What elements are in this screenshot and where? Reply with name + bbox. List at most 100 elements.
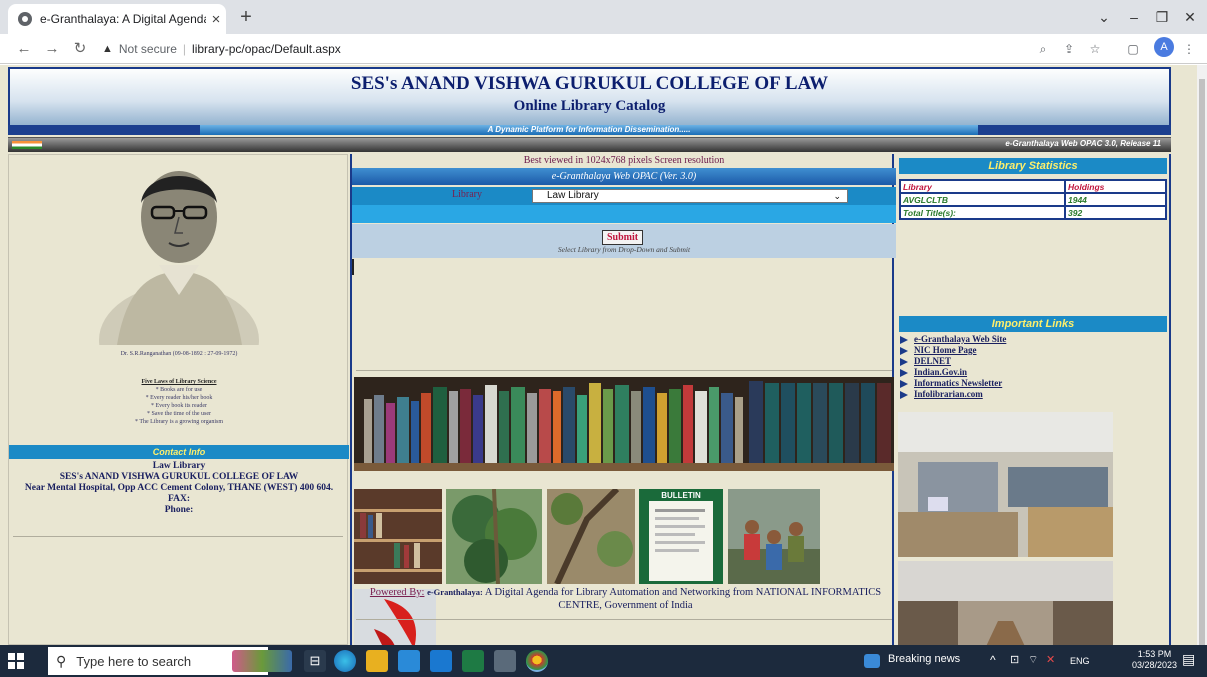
- notifications-icon[interactable]: ▤: [1182, 651, 1195, 668]
- profile-avatar[interactable]: A: [1154, 37, 1174, 57]
- powered-by-brand: e-Granthalaya:: [427, 587, 483, 597]
- stats-col-holdings: Holdings: [1064, 179, 1167, 194]
- tab-title: e-Granthalaya: A Digital Agenda: [40, 12, 206, 26]
- address-bar[interactable]: ▲ Not secure | library-pc/opac/Default.a…: [102, 38, 1062, 60]
- powered-divider: [356, 619, 892, 620]
- bulletin-thumbnail: BULLETIN: [639, 489, 724, 584]
- menu-icon[interactable]: ⋮: [1180, 40, 1198, 58]
- tree-branches-thumbnail: [546, 486, 635, 586]
- warning-icon: ▲: [102, 43, 113, 55]
- news-widget-icon[interactable]: [232, 650, 292, 672]
- library-selected-value: Law Library: [547, 190, 599, 201]
- arrow-right-icon: [900, 368, 908, 377]
- chevron-down-icon: ⌄: [833, 191, 841, 201]
- task-view-icon[interactable]: ⊟: [304, 650, 326, 672]
- breaking-news-label[interactable]: Breaking news: [888, 653, 960, 665]
- windows-start-icon[interactable]: [8, 653, 24, 669]
- library-dropdown[interactable]: Law Library ⌄: [532, 189, 848, 203]
- important-links-list: e-Granthalaya Web Site NIC Home Page DEL…: [900, 334, 1168, 400]
- language-indicator[interactable]: ENG: [1070, 656, 1090, 666]
- bookshelf-image: [354, 377, 894, 471]
- share-icon[interactable]: ⇪: [1060, 40, 1078, 58]
- left-column: Dr. S.R.Ranganathan (09-08-1892 : 27-09-…: [8, 154, 349, 645]
- stats-header-row: Library Holdings: [899, 179, 1167, 194]
- powered-by-text: A Digital Agenda for Library Automation …: [484, 587, 882, 611]
- close-tab-button[interactable]: ×: [206, 11, 226, 28]
- group-photo-thumbnail: [727, 489, 820, 584]
- list-item: Informatics Newsletter: [900, 378, 1168, 389]
- law-item: * The Library is a growing organism: [134, 419, 224, 425]
- file-explorer-icon[interactable]: [366, 650, 388, 672]
- table-row: AVGLCLTB 1944: [899, 192, 1167, 207]
- library-stacks-thumbnail: [354, 489, 442, 584]
- india-flag-icon: [12, 141, 42, 149]
- college-title: SES's ANAND VISHWA GURUKUL COLLEGE OF LA…: [350, 73, 829, 94]
- best-viewed-note: Best viewed in 1024x768 pixels Screen re…: [523, 155, 725, 166]
- tagline-bar: A Dynamic Platform for Information Disse…: [8, 125, 1171, 135]
- tab-search-icon[interactable]: ⌄: [1090, 6, 1118, 28]
- list-item: Indian.Gov.in: [900, 367, 1168, 378]
- tagline: A Dynamic Platform for Information Disse…: [200, 125, 978, 135]
- law-item: * Save the time of the user: [147, 411, 211, 417]
- library-select-row: Library Law Library ⌄: [352, 187, 896, 205]
- link-indian-gov[interactable]: Indian.Gov.in: [914, 367, 967, 378]
- back-icon[interactable]: ←: [14, 39, 34, 59]
- store-icon[interactable]: [398, 650, 420, 672]
- law-item: * Every book its reader: [151, 403, 207, 409]
- link-nic-home[interactable]: NIC Home Page: [914, 345, 977, 356]
- link-infolibrarian[interactable]: Infolibrarian.com: [914, 389, 983, 400]
- powered-by-link[interactable]: Powered By:: [370, 587, 425, 598]
- app-icon[interactable]: [494, 650, 516, 672]
- mail-icon[interactable]: [430, 650, 452, 672]
- contact-line: FAX:: [168, 494, 190, 504]
- opac-header: e-Granthalaya Web OPAC (Ver. 3.0): [352, 168, 896, 185]
- tray-chevron-up-icon[interactable]: ^: [990, 653, 996, 667]
- new-tab-button[interactable]: +: [236, 6, 256, 28]
- five-laws: Five Laws of Library Science * Books are…: [9, 378, 349, 426]
- submit-button[interactable]: Submit: [602, 230, 644, 245]
- wifi-icon[interactable]: ⌔: [1028, 653, 1038, 667]
- library-interior-photo: [898, 412, 1113, 557]
- network-icon[interactable]: ⊡: [1010, 653, 1019, 666]
- browser-toolbar: ← → ↻ ▲ Not secure | library-pc/opac/Def…: [0, 34, 1207, 64]
- page-scrollbar[interactable]: [1197, 65, 1207, 659]
- law-item: * Every reader his/her book: [145, 395, 213, 401]
- page-content: SES's ANAND VISHWA GURUKUL COLLEGE OF LA…: [0, 65, 1197, 645]
- stats-label: Total Title(s):: [899, 205, 1066, 220]
- minimize-button[interactable]: –: [1120, 6, 1148, 28]
- excel-icon[interactable]: [462, 650, 484, 672]
- link-egranthalaya[interactable]: e-Granthalaya Web Site: [914, 334, 1006, 345]
- forward-icon[interactable]: →: [42, 39, 62, 59]
- library-statistics-table: Library Holdings AVGLCLTB 1944 Total Tit…: [899, 179, 1167, 220]
- chrome-icon[interactable]: [526, 650, 548, 672]
- portrait-caption: Dr. S.R.Ranganathan (09-08-1892 : 27-09-…: [120, 351, 238, 357]
- restore-button[interactable]: ❐: [1148, 6, 1176, 28]
- select-hint: Select Library from Drop-Down and Submit: [557, 245, 691, 254]
- arrow-right-icon: [900, 357, 908, 366]
- catalog-subtitle: Online Library Catalog: [513, 98, 666, 114]
- close-window-button[interactable]: ✕: [1176, 6, 1204, 28]
- table-row: Total Title(s): 392: [899, 205, 1167, 220]
- volume-muted-icon[interactable]: ✕: [1046, 653, 1055, 666]
- contact-divider: [13, 536, 343, 537]
- globe-icon: [18, 12, 32, 26]
- link-delnet[interactable]: DELNET: [914, 356, 951, 367]
- bookmark-star-icon[interactable]: ☆: [1086, 40, 1104, 58]
- scrollbar-thumb[interactable]: [1199, 79, 1205, 659]
- five-laws-title[interactable]: Five Laws of Library Science: [9, 378, 349, 386]
- address-separator: |: [182, 42, 187, 56]
- taskbar-search-placeholder: Type here to search: [76, 653, 192, 669]
- side-panel-icon[interactable]: ▢: [1124, 40, 1142, 58]
- taskbar-clock[interactable]: 1:53 PM 03/28/2023: [1132, 649, 1177, 671]
- news-icon: [864, 654, 880, 668]
- arrow-right-icon: [900, 390, 908, 399]
- reload-icon[interactable]: ↻: [70, 39, 90, 59]
- library-statistics-header: Library Statistics: [899, 158, 1167, 174]
- edge-browser-icon[interactable]: [334, 650, 356, 672]
- link-informatics-newsletter[interactable]: Informatics Newsletter: [914, 378, 1002, 389]
- header-banner: SES's ANAND VISHWA GURUKUL COLLEGE OF LA…: [8, 67, 1171, 129]
- browser-tab[interactable]: e-Granthalaya: A Digital Agenda ×: [8, 4, 226, 34]
- ranganathan-portrait: [99, 171, 259, 345]
- zoom-icon[interactable]: ⌕: [1034, 40, 1052, 58]
- right-column: Library Statistics Library Holdings AVGL…: [896, 154, 1171, 645]
